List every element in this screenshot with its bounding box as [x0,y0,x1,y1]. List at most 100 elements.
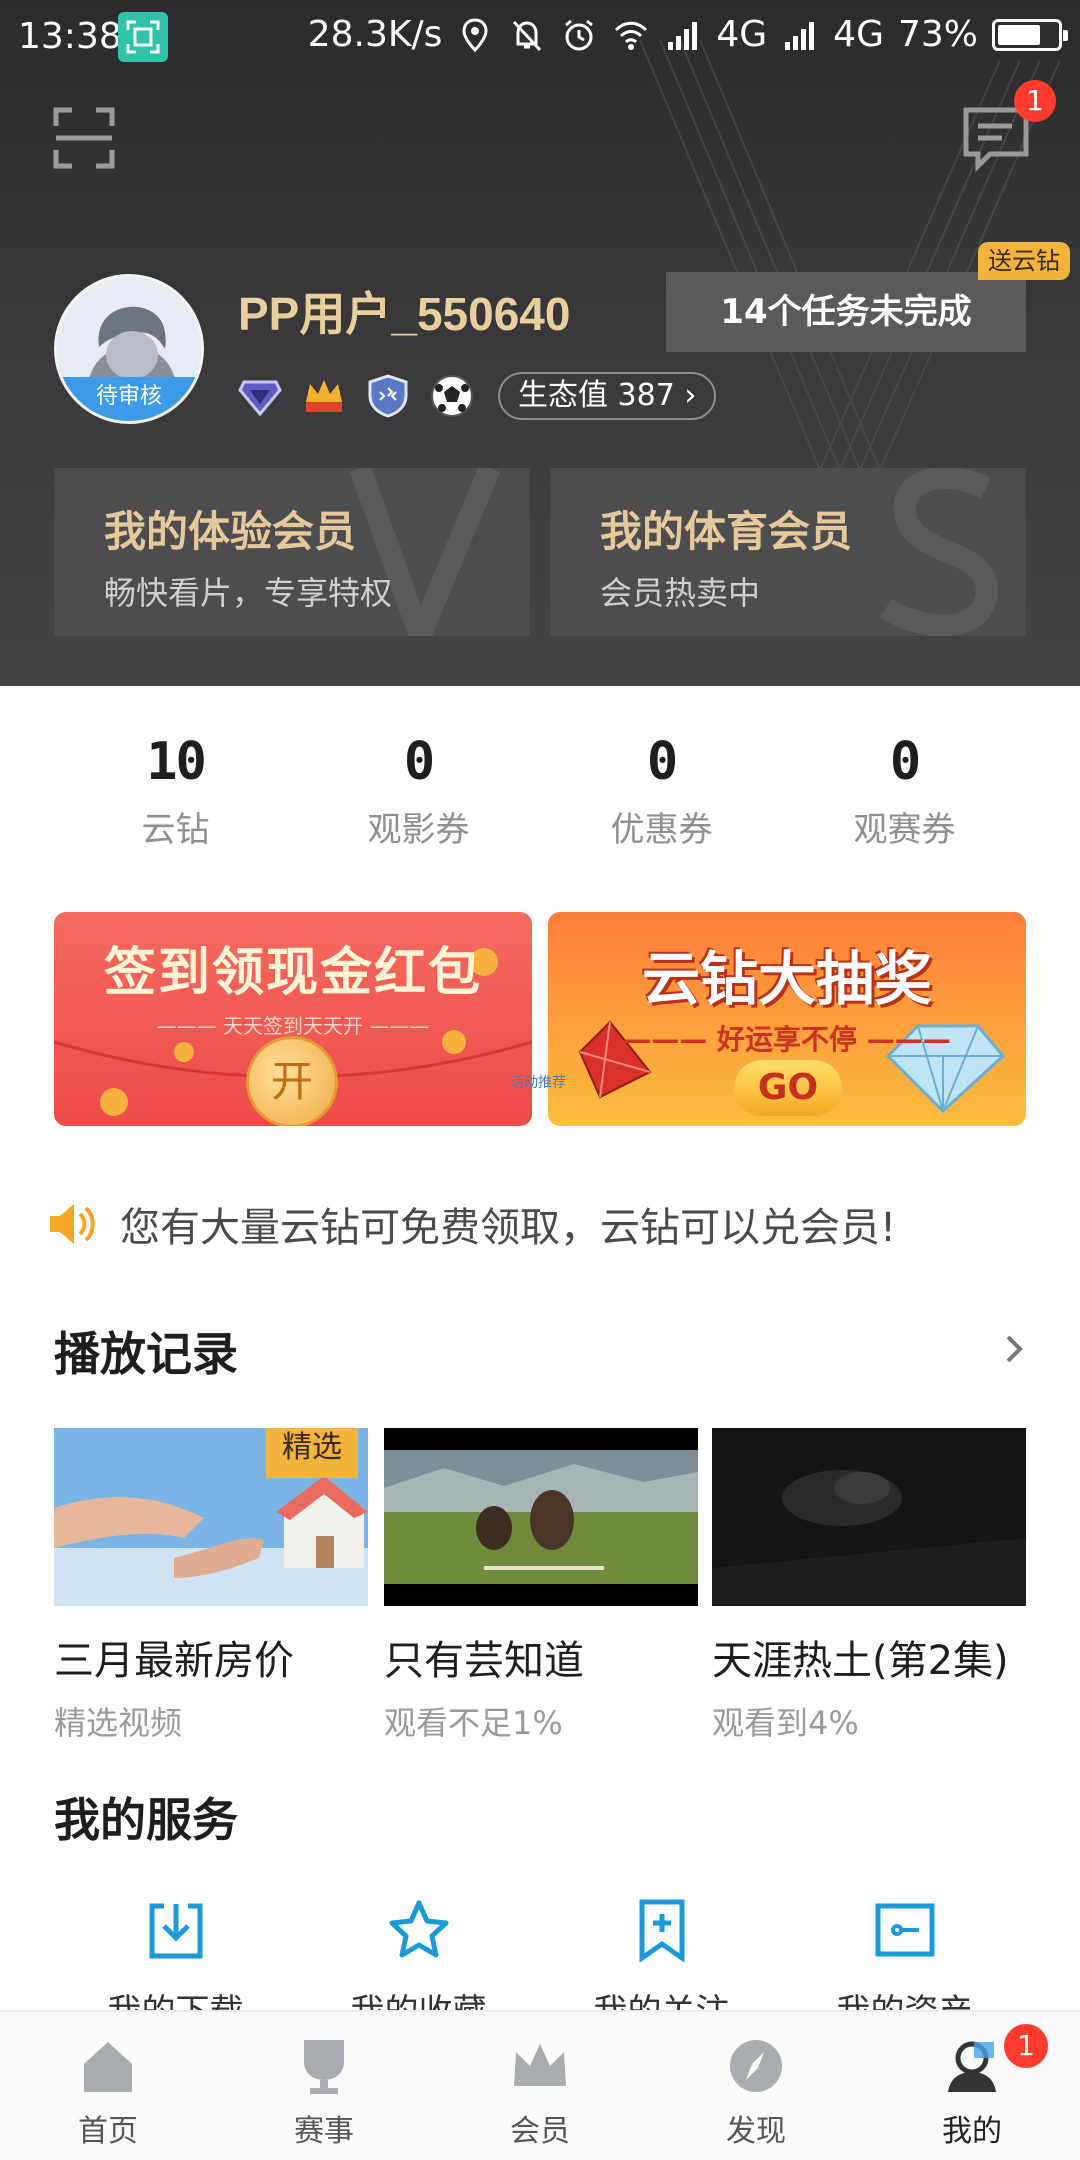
battery-icon [992,18,1068,51]
nav-events[interactable]: 赛事 [216,2012,432,2160]
vip-card-subtitle: 会员热卖中 [600,574,761,612]
dark-scene-thumbnail [712,1428,1026,1606]
shield-badge-icon[interactable] [364,372,412,420]
profile-notification-badge: 1 [1004,2024,1048,2068]
nav-home[interactable]: 首页 [0,2012,216,2160]
go-button[interactable]: GO [734,1060,842,1116]
service-downloads[interactable]: 我的下载 [54,1898,297,2032]
service-following[interactable]: 我的关注 [540,1898,783,2032]
services-section-title: 我的服务 [54,1793,238,1847]
network-type-2: 4G [833,14,884,55]
video-thumbnail: 精选 [54,1428,368,1606]
stat-label: 云钻 [141,810,210,850]
services-grid: 我的下载 我的收藏 我的关注 我的资产 [54,1898,1026,2032]
scan-app-icon [118,12,168,62]
stat-value: 0 [889,732,921,792]
nav-label: 我的 [942,2114,1002,2149]
eco-value-button[interactable]: 生态值 387 › [498,372,717,420]
badge-row [236,372,476,420]
compass-icon [730,2040,782,2092]
scan-frame-icon [53,107,115,169]
stat-value: 0 [646,732,678,792]
profile-icon [948,2041,996,2092]
vip-card-title: 我的体验会员 [104,507,357,556]
battery-level [998,24,1041,45]
nav-label: 会员 [510,2114,570,2149]
notice-bar[interactable]: 您有大量云钻可免费领取，云钻可以兑会员! [48,1196,896,1252]
video-progress: 观看到4% [712,1704,859,1742]
gift-diamond-tag: 送云钻 [978,242,1070,280]
trophy-icon [304,2040,344,2094]
wallet-stats: 10 云钻 0 观影券 0 优惠券 0 观赛券 [54,732,1026,872]
history-item[interactable]: 天涯热土(第2集) 观看到4% [712,1428,1026,1744]
scan-button[interactable] [52,106,116,170]
stat-movie-tickets[interactable]: 0 观影券 [297,732,540,872]
history-item[interactable]: 精选 三月最新房价 精选视频 [54,1428,368,1744]
network-speed: 28.3K/s [307,14,443,55]
nav-membership[interactable]: 会员 [432,2012,648,2160]
diamond-lottery-banner[interactable]: 云钻大抽奖 ——— 好运享不停 ——— GO [548,912,1026,1126]
s-logo-decoration [879,468,998,636]
video-title: 天涯热土(第2集) [712,1638,1009,1684]
featured-tag: 精选 [266,1428,358,1478]
banner-title: 签到领现金红包 [103,942,482,1003]
nav-profile[interactable]: 我的 [864,2012,1080,2160]
stat-coupons[interactable]: 0 优惠券 [540,732,783,872]
trial-membership-card[interactable]: 我的体验会员 畅快看片，专享特权 [54,468,530,636]
checkin-red-packet-banner[interactable]: 签到领现金红包 ——— 天天签到天天开 ——— 开 [54,912,532,1126]
nav-discover[interactable]: 发现 [648,2012,864,2160]
message-count-badge: 1 [1014,80,1056,122]
alarm-icon [560,16,598,54]
signal-icon-2 [781,16,819,54]
stat-value: 0 [403,732,435,792]
history-section-title: 播放记录 [54,1327,238,1381]
tasks-button[interactable]: 14个任务未完成 [666,272,1026,352]
video-progress: 精选视频 [54,1704,183,1742]
banner-subtitle: ——— 好运享不停 ——— [623,1023,951,1056]
history-item[interactable]: 只有芸知道 观看不足1% [384,1428,698,1744]
nav-label: 发现 [726,2114,786,2149]
vip-card-subtitle: 畅快看片，专享特权 [104,574,393,612]
crown-badge-icon[interactable] [300,372,348,420]
more-arrow-icon[interactable] [1004,1334,1028,1364]
sports-membership-card[interactable]: 我的体育会员 会员热卖中 [550,468,1026,636]
stat-label: 观影券 [367,810,470,850]
crown-icon [514,2044,566,2086]
video-thumbnail [712,1428,1026,1606]
banner-subtitle: ——— 天天签到天天开 ——— [156,1014,430,1038]
nav-label: 首页 [78,2114,138,2149]
profile-header: 13:38 28.3K/s 4G 4G 73% 1 待审核 PP用户_55064… [0,0,1080,686]
nav-label: 赛事 [294,2114,354,2149]
status-bar: 13:38 28.3K/s 4G 4G 73% [0,0,1080,76]
service-favorites[interactable]: 我的收藏 [297,1898,540,2032]
avatar-review-tag: 待审核 [57,377,201,421]
banner-title: 云钻大抽奖 [641,945,932,1013]
diamond-badge-icon[interactable] [236,372,284,420]
mute-bell-icon [508,16,546,54]
speaker-icon [50,1204,95,1244]
stat-label: 观赛券 [853,810,956,850]
stat-label: 优惠券 [610,810,713,850]
stat-diamonds[interactable]: 10 云钻 [54,732,297,872]
video-title: 三月最新房价 [54,1638,294,1684]
wifi-icon [612,16,650,54]
open-coin: 开 [246,1036,338,1126]
vip-card-title: 我的体育会员 [600,507,853,556]
meadow-thumbnail [384,1428,698,1606]
banner-caption: 活动推荐 [510,1075,566,1091]
service-assets[interactable]: 我的资产 [783,1898,1026,2032]
download-icon [149,1903,202,1959]
notice-text: 您有大量云钻可免费领取，云钻可以兑会员! [120,1205,897,1251]
bottom-navigation: 首页 赛事 会员 发现 我的 [0,2010,1080,2160]
video-title: 只有芸知道 [384,1638,584,1684]
avatar[interactable]: 待审核 [54,274,204,424]
stat-match-tickets[interactable]: 0 观赛券 [783,732,1026,872]
network-type-1: 4G [716,14,768,55]
signal-icon [664,16,702,54]
username[interactable]: PP用户_550640 [238,278,570,344]
star-icon [389,1900,448,1958]
ticket-icon [875,1903,934,1957]
home-icon [84,2042,132,2092]
football-badge-icon[interactable] [428,372,476,420]
status-time: 13:38 [18,16,122,57]
